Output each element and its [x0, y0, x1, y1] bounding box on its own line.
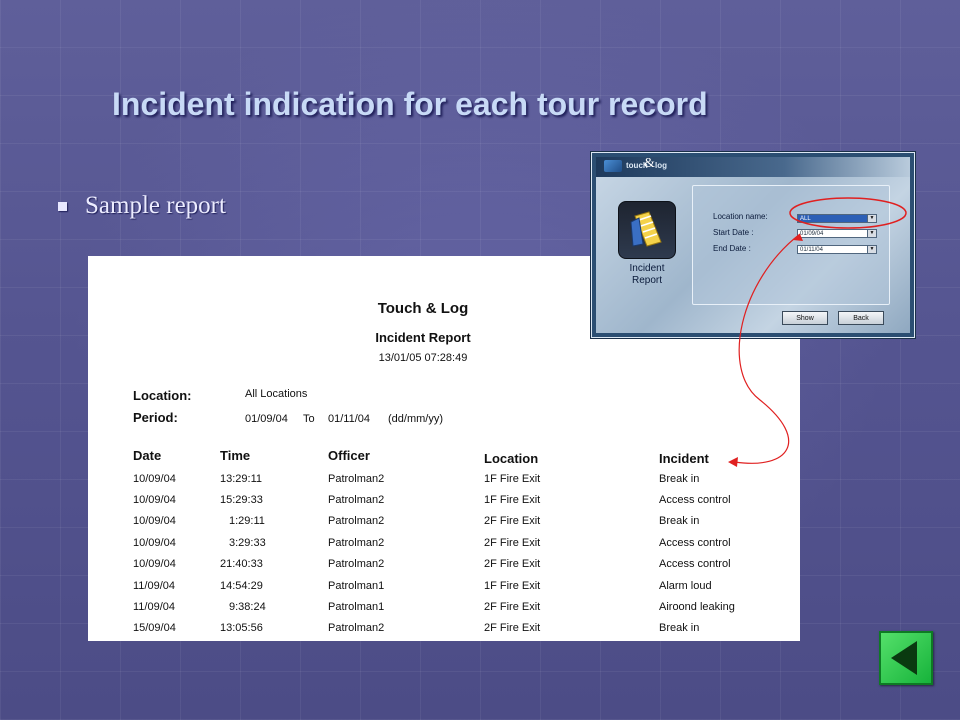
annotation-overlay [728, 197, 907, 467]
left-triangle-icon [891, 641, 917, 675]
annotation-arrow-line [734, 233, 801, 464]
highlight-ellipse [789, 197, 907, 229]
arrowhead-icon [728, 457, 738, 467]
previous-slide-button[interactable] [879, 631, 933, 685]
